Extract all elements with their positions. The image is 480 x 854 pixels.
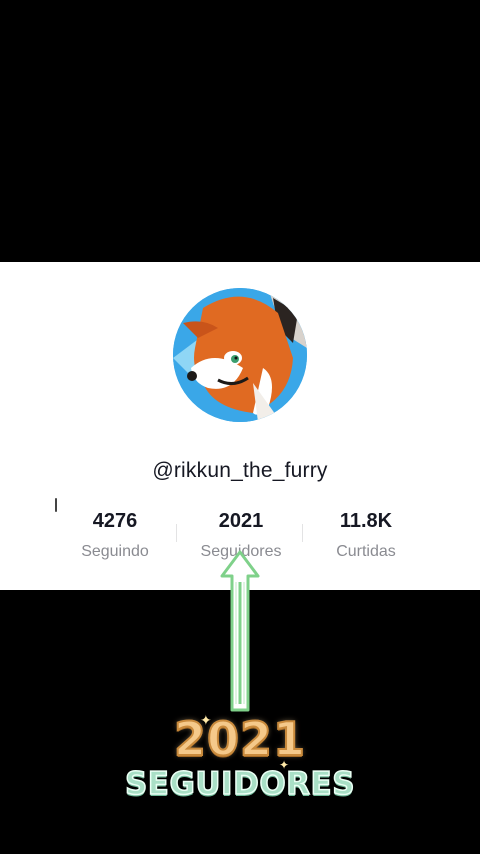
caption-word: SEGUIDORES xyxy=(124,765,356,803)
followers-count: 2021 xyxy=(218,510,264,532)
stat-divider xyxy=(176,524,177,542)
stat-following[interactable]: 4276 Seguindo xyxy=(55,510,175,561)
following-label: Seguindo xyxy=(81,543,149,560)
username: @rikkun_the_furry xyxy=(152,459,328,482)
up-arrow-icon xyxy=(220,550,260,712)
likes-count: 11.8K xyxy=(339,510,393,532)
profile-card: @rikkun_the_furry 4276 Seguindo 2021 Seg… xyxy=(0,262,480,590)
fox-avatar-icon xyxy=(173,288,307,422)
likes-label: Curtidas xyxy=(336,543,396,560)
stat-divider xyxy=(302,524,303,542)
stat-likes[interactable]: 11.8K Curtidas xyxy=(306,510,426,561)
following-count: 4276 xyxy=(92,510,138,532)
caption-number: 2021 xyxy=(173,711,307,767)
avatar[interactable] xyxy=(173,288,307,422)
